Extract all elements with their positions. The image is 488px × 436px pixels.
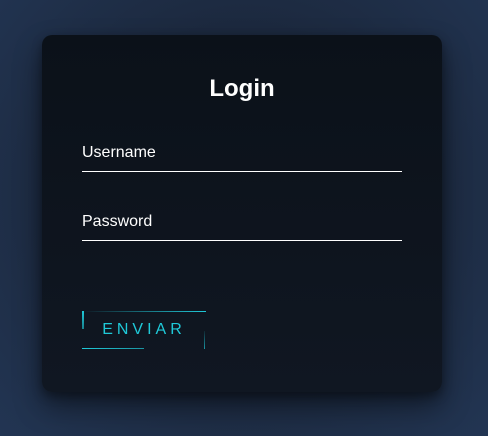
button-border-bottom [82,348,144,349]
username-input[interactable] [82,141,402,170]
password-input[interactable] [82,210,402,239]
password-underline [82,240,402,241]
button-border-top [82,311,206,312]
username-field[interactable]: Username [82,141,402,172]
username-underline [82,171,402,172]
submit-button[interactable]: ENVIAR [82,311,206,349]
login-card: Login Username Password ENVIAR [42,35,442,392]
submit-button-label: ENVIAR [102,321,186,338]
password-field[interactable]: Password [82,210,402,241]
login-title: Login [209,75,275,102]
